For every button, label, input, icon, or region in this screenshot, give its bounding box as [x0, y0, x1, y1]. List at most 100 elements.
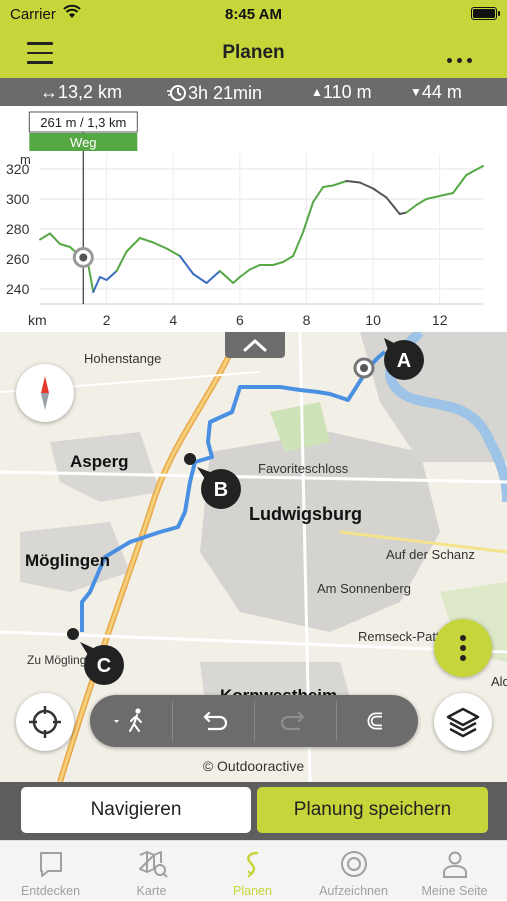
elevation-line-segment — [39, 232, 51, 241]
elevation-line-segment — [358, 181, 375, 190]
elevation-line-segment — [98, 276, 108, 281]
chevron-up-icon — [243, 339, 267, 352]
elevation-line-segment — [125, 237, 141, 253]
place-label-am-sonnenberg: Am Sonnenberg — [317, 581, 411, 596]
elevation-line-segment — [292, 231, 305, 257]
elevation-line-segment — [152, 241, 168, 250]
stopwatch-icon — [167, 85, 186, 101]
elevation-chart-svg[interactable]: 240260280300320m2 4 6 8 10 12km261 m / 1,3 km… — [0, 106, 507, 332]
map-copyright: © Outdooractive — [202, 758, 305, 774]
y-tick-label: 280 — [6, 221, 30, 237]
waypoint-b-dot — [184, 453, 196, 465]
app-header: Planen — [0, 30, 507, 78]
elevation-line-segment — [232, 276, 241, 284]
battery-icon — [471, 7, 500, 20]
elevation-line-segment — [452, 174, 468, 194]
layers-icon — [446, 707, 480, 738]
x-tick-label: 4 — [169, 312, 177, 328]
elevation-line-segment — [398, 211, 408, 215]
tab-meine-seite[interactable]: Meine Seite — [404, 841, 505, 901]
more-options-icon[interactable] — [447, 50, 477, 63]
y-tick-label: 240 — [6, 281, 30, 297]
place-label-auf-der-schanz: Auf der Schanz — [386, 547, 475, 562]
elevation-line-segment — [465, 165, 484, 176]
x-tick-label: 6 — [236, 312, 244, 328]
elevation-line-segment — [58, 243, 71, 248]
y-tick-label: 300 — [6, 191, 30, 207]
waypoint-c-dot — [67, 628, 79, 640]
collapse-profile-button[interactable] — [225, 332, 285, 358]
activity-mode-selector[interactable] — [90, 695, 172, 747]
tab-karte[interactable]: Karte — [101, 841, 202, 901]
place-label-hohenstange: Hohenstange — [84, 351, 161, 366]
elevation-line-segment — [438, 192, 455, 197]
redo-icon — [280, 711, 305, 731]
navigate-button[interactable]: Navigieren — [21, 787, 251, 833]
place-label-ludwigsburg: Ludwigsburg — [249, 504, 362, 524]
cursor-tooltip-value: 261 m / 1,3 km — [40, 115, 126, 130]
route-planner-icon — [247, 851, 259, 878]
elevation-line-segment — [372, 187, 388, 199]
waypoint-a-label: A — [397, 350, 411, 372]
waypoint-c-pin[interactable]: C — [80, 642, 124, 685]
hiking-icon — [114, 708, 142, 732]
x-axis-unit: km — [28, 312, 47, 328]
elevation-profile-chart[interactable]: 240 260 280 300 320 m 2 4 6 8 10 12 km 261 m / 1,3 km… — [0, 106, 507, 332]
elevation-line-segment — [248, 264, 261, 271]
place-label-zu-moeglingen: Zu Mögling — [27, 653, 86, 667]
position-cursor-center — [79, 253, 88, 262]
elevation-line-segment — [92, 276, 101, 293]
x-tick-label: 10 — [365, 312, 381, 328]
map-search-icon — [139, 851, 168, 878]
elevation-line-segment — [218, 270, 235, 284]
map-options-button[interactable] — [434, 619, 492, 677]
tab-aufzeichnen[interactable]: Aufzeichnen — [303, 841, 404, 901]
elevation-line-segment — [302, 201, 315, 233]
elevation-line-segment — [385, 196, 401, 215]
tab-entdecken[interactable]: Entdecken — [0, 841, 101, 901]
ascent-stat: ▲110 m — [311, 82, 372, 102]
undo-icon — [203, 711, 228, 731]
x-tick-label: 12 — [432, 312, 448, 328]
tab-planen[interactable]: Planen — [202, 841, 303, 901]
elevation-line-segment — [272, 261, 285, 266]
elevation-line-segment — [322, 184, 335, 188]
magnet-icon — [367, 712, 382, 730]
elevation-line-segment — [105, 270, 118, 281]
elevation-line-segment — [345, 180, 361, 184]
snap-route-button[interactable] — [336, 695, 418, 747]
elevation-line-segment — [115, 250, 128, 272]
route-stats-bar: ↔13,2 km 3h 21min ▲110 m ▼44 m — [0, 78, 507, 106]
locate-me-button[interactable] — [16, 693, 74, 751]
redo-button[interactable] — [254, 695, 336, 747]
compass-button[interactable] — [16, 364, 74, 422]
waypoint-b-label: B — [214, 479, 228, 501]
compass-icon — [41, 376, 49, 410]
crosshair-icon — [29, 706, 61, 738]
descent-stat: ▼44 m — [410, 82, 462, 102]
vertical-dots-icon — [460, 635, 466, 661]
distance-stat: ↔13,2 km — [40, 82, 123, 102]
chat-bubble-icon — [40, 852, 62, 877]
elevation-line-segment — [415, 198, 428, 206]
clock: 8:45 AM — [225, 6, 282, 23]
layers-button[interactable] — [434, 693, 492, 751]
y-axis-unit: m — [20, 152, 31, 167]
tab-bar: Entdecken Karte Planen Aufzeichnen Meine… — [0, 840, 507, 900]
record-icon — [341, 851, 367, 877]
descent-icon: ▼ — [410, 85, 422, 99]
distance-icon: ↔ — [40, 82, 58, 102]
user-icon — [443, 851, 467, 878]
elevation-line-segment — [48, 232, 61, 245]
cursor-surface-label: Weg — [70, 135, 97, 150]
y-tick-label: 260 — [6, 251, 30, 267]
place-label-asperg: Asperg — [70, 452, 129, 471]
elevation-line-segment — [332, 180, 348, 187]
routing-toolbar — [90, 695, 418, 747]
undo-button[interactable] — [172, 695, 254, 747]
elevation-line-segment — [205, 270, 221, 284]
map-view[interactable]: A B C Hohenstange Asperg Favoriteschloss… — [0, 332, 507, 782]
action-bar: Navigieren Planung speichern — [0, 782, 507, 840]
save-plan-button[interactable]: Planung speichern — [257, 787, 488, 833]
waypoint-c-label: C — [97, 655, 111, 677]
